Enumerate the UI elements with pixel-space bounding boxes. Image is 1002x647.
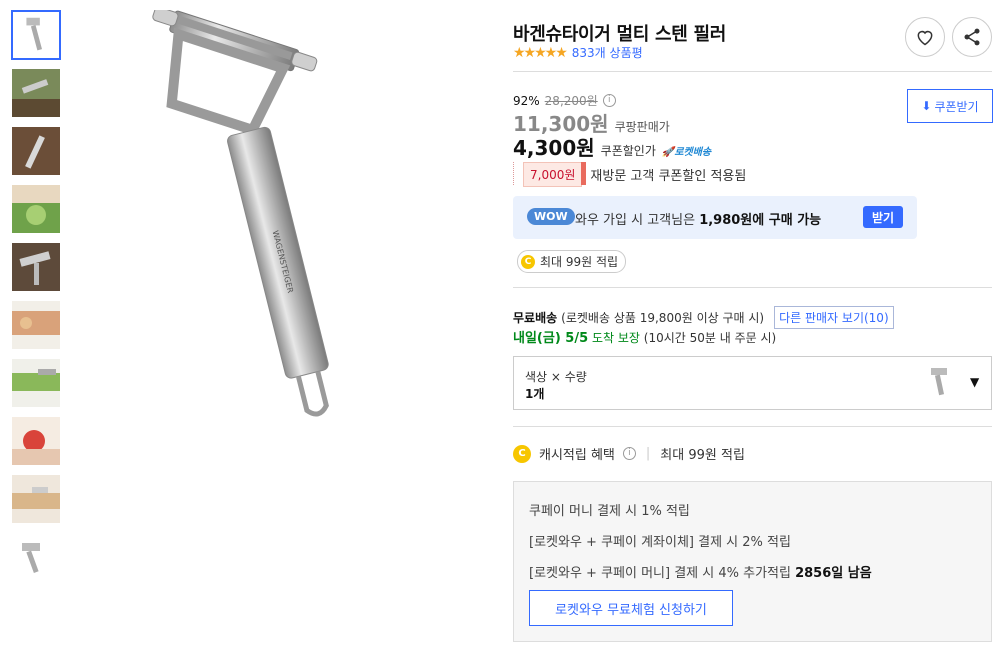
cash-benefit-amount: 최대 99원 적립	[660, 448, 745, 463]
benefit-line-3: [로켓와우 + 쿠페이 머니] 결제 시 4% 추가적립 2856일 남음	[529, 562, 872, 581]
option-thumbnail	[921, 363, 959, 401]
wow-join-button[interactable]: 받기	[863, 206, 903, 228]
arrival-date: 내일(금) 5/5	[513, 331, 589, 346]
thumbnail-7[interactable]	[11, 358, 61, 408]
cashback-pill-text: 최대 99원 적립	[540, 255, 619, 269]
benefit-line-2: [로켓와우 + 쿠페이 계좌이체] 결제 시 2% 적립	[529, 535, 791, 550]
thumbnail-9[interactable]	[11, 474, 61, 524]
arrival-suffix: 도착 보장	[591, 331, 640, 345]
thumbnail-8[interactable]	[11, 416, 61, 466]
coin-icon: C	[513, 444, 531, 463]
payment-benefit-box: 쿠페이 머니 결제 시 1% 적립 [로켓와우 + 쿠페이 계좌이체] 결제 시…	[513, 481, 992, 642]
review-count-link[interactable]: 833개 상품평	[572, 44, 643, 61]
original-price: 28,200원	[544, 94, 598, 108]
wow-text-prefix: 와우 가입 시 고객님은	[575, 213, 696, 228]
cash-benefit-row: C 캐시적립 혜택 i | 최대 99원 적립	[513, 444, 745, 463]
days-remaining: 2856일 남음	[795, 566, 872, 581]
coin-icon: C	[521, 254, 535, 269]
order-deadline: (10시간 50분 내 주문 시)	[643, 331, 777, 345]
thumbnail-list	[11, 10, 63, 590]
discount-rate: 92%	[513, 93, 540, 108]
discount-line: 92% 28,200원 i	[513, 92, 616, 109]
shipping-condition: (로켓배송 상품 19,800원 이상 구매 시)	[561, 311, 765, 325]
rating-row: ★★★★★ 833개 상품평	[513, 44, 643, 61]
thumbnail-3[interactable]	[11, 126, 61, 176]
wow-badge: WOW	[527, 208, 575, 225]
benefit-line-1: 쿠페이 머니 결제 시 1% 적립	[529, 504, 690, 519]
thumbnail-6[interactable]	[11, 300, 61, 350]
chevron-down-icon: ▼	[970, 375, 980, 389]
cashback-pill: C 최대 99원 적립	[517, 250, 627, 273]
option-select[interactable]: 색상 × 수량 1개 ▼	[513, 356, 992, 410]
product-title: 바겐슈타이거 멀티 스텐 필러	[513, 24, 727, 45]
divider	[513, 71, 992, 72]
wishlist-button[interactable]	[905, 17, 945, 57]
revisit-coupon-text: 재방문 고객 쿠폰할인 적용됨	[590, 169, 747, 184]
share-icon	[964, 28, 980, 46]
download-icon: ⬇	[921, 99, 932, 113]
thumbnail-5[interactable]	[11, 242, 61, 292]
wow-trial-button[interactable]: 로켓와우 무료체험 신청하기	[529, 590, 733, 626]
coupon-price-row: 4,300원 쿠폰할인가 🚀로켓배송	[513, 132, 711, 161]
free-shipping-label: 무료배송	[513, 311, 558, 325]
benefit-line-3-text: [로켓와우 + 쿠페이 머니] 결제 시 4% 추가적립	[529, 566, 791, 581]
main-product-image: WAGENSTEIGER	[130, 6, 390, 430]
divider	[513, 287, 992, 288]
rocket-delivery-badge: 🚀로켓배송	[661, 147, 712, 158]
option-label: 색상 × 수량	[525, 370, 587, 384]
option-value: 1개	[525, 387, 545, 401]
coupon-price-label: 쿠폰할인가	[600, 144, 656, 158]
revisit-coupon-row: 7,000원 재방문 고객 쿠폰할인 적용됨	[512, 162, 747, 187]
other-sellers-button[interactable]: 다른 판매자 보기(10)	[774, 306, 894, 329]
info-icon[interactable]: i	[602, 94, 616, 107]
wow-text: 와우 가입 시 고객님은 1,980원에 구매 가능	[575, 209, 821, 228]
coupon-download-button[interactable]: ⬇ 쿠폰받기	[907, 89, 993, 123]
thumbnail-1[interactable]	[11, 10, 61, 60]
coupon-download-label: 쿠폰받기	[934, 99, 979, 114]
revisit-coupon-amount: 7,000원	[512, 162, 587, 187]
shipping-row: 무료배송 (로켓배송 상품 19,800원 이상 구매 시) 다른 판매자 보기…	[513, 306, 894, 329]
rocket-label: 로켓배송	[674, 147, 712, 158]
separator: |	[645, 446, 651, 461]
wow-membership-box: WOW 와우 가입 시 고객님은 1,980원에 구매 가능 받기	[513, 196, 917, 239]
share-button[interactable]	[952, 17, 992, 57]
cash-benefit-label: 캐시적립 혜택	[539, 448, 615, 463]
info-icon[interactable]: i	[622, 447, 636, 460]
thumbnail-10[interactable]	[11, 532, 61, 582]
divider	[513, 426, 992, 427]
thumbnail-4[interactable]	[11, 184, 61, 234]
heart-icon	[917, 30, 933, 46]
wow-price: 1,980원에 구매 가능	[699, 213, 822, 228]
thumbnail-2[interactable]	[11, 68, 61, 118]
star-rating: ★★★★★	[513, 44, 568, 61]
coupon-price: 4,300원	[513, 136, 595, 160]
arrival-row: 내일(금) 5/5 도착 보장 (10시간 50분 내 주문 시)	[513, 327, 776, 346]
